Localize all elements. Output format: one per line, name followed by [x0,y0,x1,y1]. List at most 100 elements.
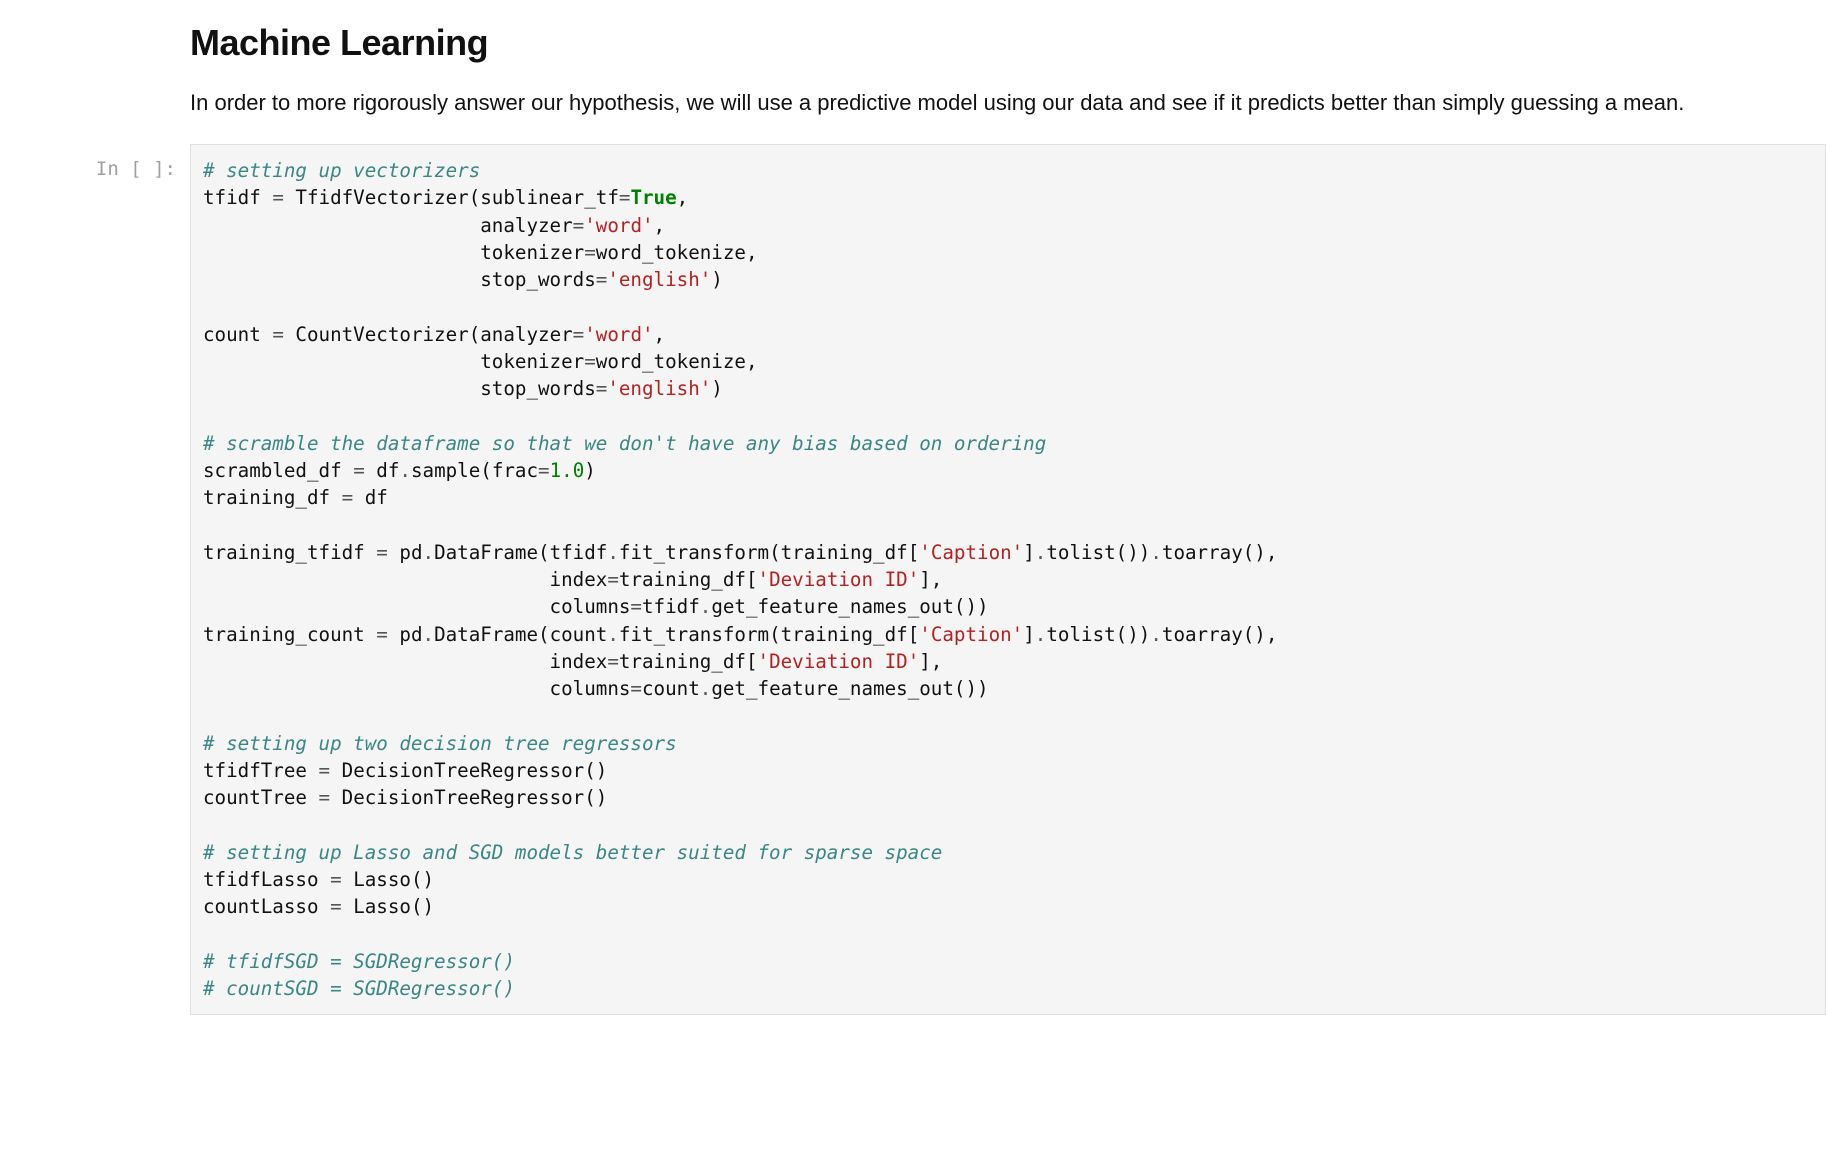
code-text: TfidfVectorizer(sublinear_tf [284,186,619,209]
code-op: = [584,241,596,264]
code-op: = [607,650,619,673]
code-text: toarray(), [1162,623,1278,646]
code-text: fit_transform(training_df[ [619,623,919,646]
code-comment: # tfidfSGD = SGDRegressor() [203,950,515,973]
code-op: . [1150,623,1162,646]
code-op: = [596,268,608,291]
code-punct: ] [1023,623,1035,646]
code-punct: , [677,186,689,209]
code-punct: ) [711,268,723,291]
code-op: = [330,895,342,918]
code-text: countLasso [203,895,330,918]
code-op: = [319,786,331,809]
code-text: analyzer [203,214,573,237]
code-comment: # countSGD = SGDRegressor() [203,977,515,1000]
notebook-container: Machine Learning In order to more rigoro… [0,0,1826,1015]
markdown-cell: Machine Learning In order to more rigoro… [190,0,1790,144]
code-number: 1.0 [550,459,585,482]
code-text: stop_words [203,268,596,291]
input-prompt: In [ ]: [0,144,190,180]
code-text: fit_transform(training_df[ [619,541,919,564]
code-op: = [619,186,631,209]
code-op: . [607,623,619,646]
code-text: word_tokenize, [596,350,758,373]
code-comment: # setting up Lasso and SGD models better… [203,841,942,864]
code-text: get_feature_names_out()) [711,595,988,618]
code-op: . [607,541,619,564]
code-op: = [319,759,331,782]
code-op: = [584,350,596,373]
section-heading: Machine Learning [190,22,1775,64]
code-text: DataFrame(count [434,623,607,646]
code-text: tolist()) [1046,541,1150,564]
code-punct: ], [919,650,942,673]
code-punct: ] [1023,541,1035,564]
code-text: tolist()) [1046,623,1150,646]
code-text: training_df [203,486,342,509]
code-op: = [342,486,354,509]
code-op: = [596,377,608,400]
code-op: = [630,677,642,700]
code-punct: ], [919,568,942,591]
code-text: tfidfLasso [203,868,330,891]
code-text: df [353,486,388,509]
code-comment: # setting up two decision tree regressor… [203,732,677,755]
code-op: = [630,595,642,618]
code-punct: , [654,323,666,346]
code-string: 'word' [584,214,653,237]
code-text: word_tokenize, [596,241,758,264]
code-text: countTree [203,786,319,809]
code-op: . [700,595,712,618]
code-string: 'Caption' [919,623,1023,646]
code-string: 'Deviation ID' [758,650,920,673]
code-op: = [376,541,388,564]
code-text: tfidf [642,595,700,618]
code-text: tfidfTree [203,759,319,782]
code-text: CountVectorizer(analyzer [284,323,573,346]
code-op: = [607,568,619,591]
code-text: tfidf [203,186,272,209]
code-op: = [573,323,585,346]
code-punct: , [654,214,666,237]
code-op: . [1035,541,1047,564]
code-op: . [423,541,435,564]
code-text: training_df[ [619,650,758,673]
code-text: DecisionTreeRegressor() [330,759,607,782]
code-comment: # setting up vectorizers [203,159,480,182]
code-text: Lasso() [342,895,434,918]
code-text: DecisionTreeRegressor() [330,786,607,809]
code-op: = [272,323,284,346]
code-comment: # scramble the dataframe so that we don'… [203,432,1046,455]
section-paragraph: In order to more rigorously answer our h… [190,86,1775,120]
code-op: = [330,868,342,891]
code-text: count [203,323,272,346]
code-op: = [376,623,388,646]
code-op: = [538,459,550,482]
code-string: 'english' [607,268,711,291]
code-string: 'Deviation ID' [758,568,920,591]
code-op: = [353,459,365,482]
code-op: . [1150,541,1162,564]
code-text: scrambled_df [203,459,353,482]
code-op: . [423,623,435,646]
code-string: 'english' [607,377,711,400]
code-text: columns [203,595,630,618]
code-text: columns [203,677,630,700]
code-input-area[interactable]: # setting up vectorizers tfidf = TfidfVe… [190,144,1826,1015]
code-punct: ) [584,459,596,482]
code-text: sample(frac [411,459,538,482]
code-text: get_feature_names_out()) [711,677,988,700]
code-text: DataFrame(tfidf [434,541,607,564]
code-text: training_tfidf [203,541,376,564]
code-text: toarray(), [1162,541,1278,564]
code-string: 'word' [584,323,653,346]
code-text: tokenizer [203,241,584,264]
code-text: df [365,459,400,482]
code-text: stop_words [203,377,596,400]
code-text: index [203,568,607,591]
code-op: = [272,186,284,209]
code-cell: In [ ]: # setting up vectorizers tfidf =… [0,144,1826,1015]
code-text: training_df[ [619,568,758,591]
code-text: index [203,650,607,673]
code-op: . [700,677,712,700]
